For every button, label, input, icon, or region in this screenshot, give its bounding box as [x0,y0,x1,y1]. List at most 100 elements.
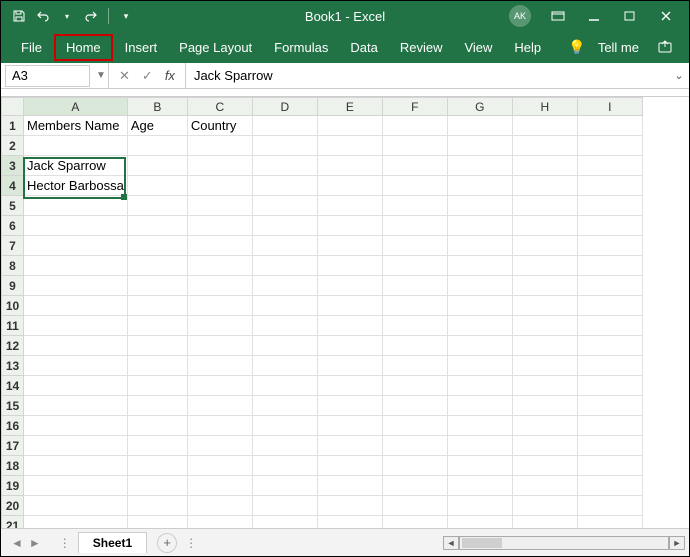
cell-E13[interactable] [317,356,382,376]
cell-A13[interactable] [24,356,128,376]
cell-C16[interactable] [187,416,252,436]
cell-I16[interactable] [577,416,642,436]
cell-G8[interactable] [447,256,512,276]
cell-I3[interactable] [577,156,642,176]
undo-dropdown-icon[interactable]: ▾ [57,6,77,26]
spreadsheet-grid[interactable]: ABCDEFGHI1Members NameAgeCountry23Jack S… [1,97,689,528]
cell-G17[interactable] [447,436,512,456]
row-header-9[interactable]: 9 [2,276,24,296]
cell-D19[interactable] [252,476,317,496]
cell-F18[interactable] [382,456,447,476]
cell-C13[interactable] [187,356,252,376]
cell-H2[interactable] [512,136,577,156]
tab-view[interactable]: View [454,34,502,61]
cell-B18[interactable] [127,456,187,476]
col-header-D[interactable]: D [252,98,317,116]
cell-A9[interactable] [24,276,128,296]
cell-B15[interactable] [127,396,187,416]
cell-G19[interactable] [447,476,512,496]
cell-F7[interactable] [382,236,447,256]
cell-F20[interactable] [382,496,447,516]
cell-G1[interactable] [447,116,512,136]
col-header-B[interactable]: B [127,98,187,116]
cell-I11[interactable] [577,316,642,336]
cell-C3[interactable] [187,156,252,176]
cell-C20[interactable] [187,496,252,516]
cell-H21[interactable] [512,516,577,529]
cell-C17[interactable] [187,436,252,456]
cell-B19[interactable] [127,476,187,496]
cell-E20[interactable] [317,496,382,516]
row-header-4[interactable]: 4 [2,176,24,196]
row-header-12[interactable]: 12 [2,336,24,356]
cell-G14[interactable] [447,376,512,396]
cell-G18[interactable] [447,456,512,476]
row-header-3[interactable]: 3 [2,156,24,176]
cell-F19[interactable] [382,476,447,496]
cell-E11[interactable] [317,316,382,336]
cell-I10[interactable] [577,296,642,316]
enter-formula-icon[interactable]: ✓ [142,68,153,84]
cell-B16[interactable] [127,416,187,436]
cell-E1[interactable] [317,116,382,136]
share-icon[interactable] [651,33,679,61]
cell-G4[interactable] [447,176,512,196]
cell-E8[interactable] [317,256,382,276]
sheet-nav-next-icon[interactable]: ► [27,536,43,550]
cancel-formula-icon[interactable]: ✕ [119,68,130,84]
maximize-button[interactable] [613,1,647,31]
cell-A2[interactable] [24,136,128,156]
cell-F14[interactable] [382,376,447,396]
cell-E3[interactable] [317,156,382,176]
cell-F9[interactable] [382,276,447,296]
row-header-10[interactable]: 10 [2,296,24,316]
cell-H7[interactable] [512,236,577,256]
col-header-A[interactable]: A [24,98,128,116]
cell-G3[interactable] [447,156,512,176]
scroll-left-button[interactable]: ◄ [443,536,459,550]
cell-F21[interactable] [382,516,447,529]
cell-F12[interactable] [382,336,447,356]
row-header-5[interactable]: 5 [2,196,24,216]
cell-E14[interactable] [317,376,382,396]
cell-D5[interactable] [252,196,317,216]
cell-G12[interactable] [447,336,512,356]
cell-C7[interactable] [187,236,252,256]
cell-B10[interactable] [127,296,187,316]
cell-F1[interactable] [382,116,447,136]
cell-C1[interactable]: Country [187,116,252,136]
cell-D20[interactable] [252,496,317,516]
cell-B5[interactable] [127,196,187,216]
cell-A1[interactable]: Members Name [24,116,128,136]
cell-A15[interactable] [24,396,128,416]
cell-I15[interactable] [577,396,642,416]
sheet-tab[interactable]: Sheet1 [78,532,147,553]
cell-A20[interactable] [24,496,128,516]
cell-G11[interactable] [447,316,512,336]
cell-I20[interactable] [577,496,642,516]
cell-H9[interactable] [512,276,577,296]
redo-icon[interactable] [81,6,101,26]
cell-C2[interactable] [187,136,252,156]
save-icon[interactable] [9,6,29,26]
tab-data[interactable]: Data [340,34,387,61]
cell-G10[interactable] [447,296,512,316]
ribbon-display-options-icon[interactable] [541,1,575,31]
cell-E12[interactable] [317,336,382,356]
cell-H15[interactable] [512,396,577,416]
cell-D18[interactable] [252,456,317,476]
cell-D6[interactable] [252,216,317,236]
sheet-nav-more-icon[interactable]: ⋮ [59,536,72,550]
cell-C8[interactable] [187,256,252,276]
cell-B1[interactable]: Age [127,116,187,136]
cell-D9[interactable] [252,276,317,296]
cell-C19[interactable] [187,476,252,496]
cell-D2[interactable] [252,136,317,156]
close-button[interactable] [649,1,683,31]
col-header-F[interactable]: F [382,98,447,116]
cell-I2[interactable] [577,136,642,156]
row-header-15[interactable]: 15 [2,396,24,416]
cell-C9[interactable] [187,276,252,296]
undo-icon[interactable] [33,6,53,26]
cell-B4[interactable] [127,176,187,196]
